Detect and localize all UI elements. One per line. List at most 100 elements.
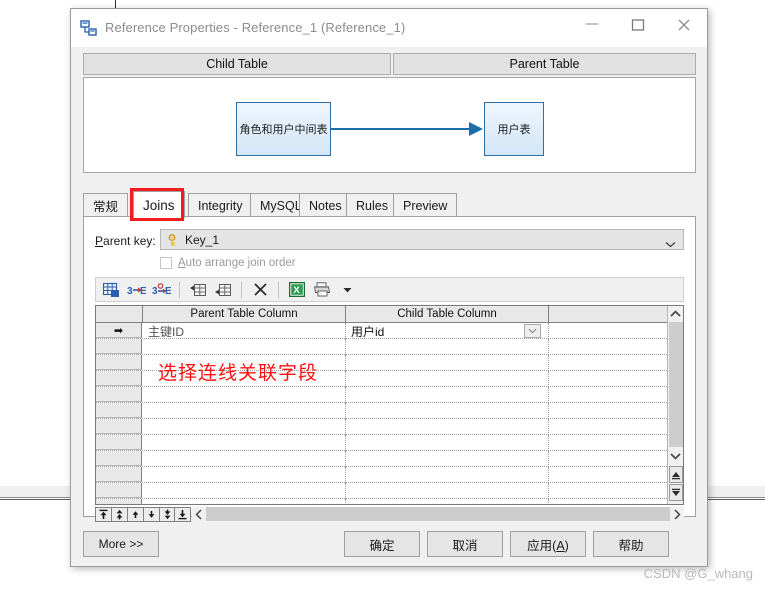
row-selector[interactable] — [96, 451, 142, 466]
grid-header-parent-table-column[interactable]: Parent Table Column — [143, 306, 346, 322]
toolbar-separator — [179, 281, 180, 298]
row-selector[interactable] — [96, 483, 142, 498]
grid-header-row: Parent Table Column Child Table Column — [96, 306, 683, 323]
property-tabs: 常规 Joins Integrity MySQL Notes Rules Pre… — [83, 188, 696, 221]
grid-header-child-table-column[interactable]: Child Table Column — [346, 306, 549, 322]
tab-rules[interactable]: Rules — [346, 193, 398, 217]
minimize-button[interactable] — [569, 9, 615, 39]
more-button[interactable]: More >> — [83, 531, 159, 557]
table-row[interactable] — [96, 499, 683, 504]
add-row-icon[interactable] — [212, 280, 234, 300]
delete-row-icon[interactable] — [249, 280, 271, 300]
table-row[interactable] — [96, 483, 683, 499]
grid-column-divider — [548, 323, 550, 339]
print-dropdown-icon[interactable] — [336, 280, 358, 300]
grid-column-divider — [345, 451, 347, 467]
reference-properties-dialog: Reference Properties - Reference_1 (Refe… — [70, 8, 708, 567]
close-button[interactable] — [661, 9, 707, 39]
row-selector[interactable] — [96, 403, 142, 418]
grid-column-divider — [548, 467, 550, 483]
scroll-right-icon[interactable] — [670, 507, 684, 522]
tab-preview[interactable]: Preview — [393, 193, 458, 217]
row-selector[interactable]: ➡ — [96, 323, 142, 338]
move-up-button[interactable] — [126, 506, 144, 522]
chevron-down-icon — [665, 237, 676, 251]
row-selector[interactable] — [96, 387, 142, 402]
row-selector[interactable] — [96, 499, 142, 504]
row-selector[interactable] — [96, 371, 142, 386]
table-row[interactable] — [96, 339, 683, 355]
row-selector[interactable] — [96, 339, 142, 354]
help-button[interactable]: 帮助 — [593, 531, 669, 557]
move-to-bottom-button[interactable] — [174, 506, 192, 522]
grid-horizontal-scrollbar[interactable] — [192, 506, 684, 522]
table-row[interactable] — [96, 467, 683, 483]
scrollbar-thumb[interactable] — [669, 322, 683, 447]
parent-key-select[interactable]: Key_1 — [160, 229, 684, 250]
select-columns-icon[interactable] — [100, 280, 122, 300]
scroll-left-icon[interactable] — [192, 507, 206, 522]
parent-entity-box[interactable]: 用户表 — [484, 102, 544, 156]
tab-general[interactable]: 常规 — [83, 193, 129, 217]
child-entity-box[interactable]: 角色和用户中间表 — [236, 102, 331, 156]
table-row[interactable] — [96, 371, 683, 387]
table-row[interactable]: ➡ 主键ID 用户id — [96, 323, 683, 340]
table-row[interactable] — [96, 435, 683, 451]
auto-join-icon[interactable]: 3 E — [125, 280, 147, 300]
grid-column-divider — [345, 499, 347, 504]
child-table-header[interactable]: Child Table — [83, 53, 391, 75]
auto-join-options-icon[interactable]: 3 E — [150, 280, 172, 300]
joins-grid[interactable]: Parent Table Column Child Table Column ➡… — [95, 305, 684, 505]
tab-notes[interactable]: Notes — [299, 193, 352, 217]
grid-column-divider — [548, 499, 550, 504]
dialog-titlebar[interactable]: Reference Properties - Reference_1 (Refe… — [71, 9, 707, 47]
cell-dropdown-icon[interactable] — [524, 324, 541, 338]
joins-grid-toolbar: 3 E 3 E X — [95, 277, 684, 302]
parent-table-header[interactable]: Parent Table — [393, 53, 696, 75]
print-icon[interactable] — [311, 280, 333, 300]
scroll-to-top-icon[interactable] — [669, 466, 683, 483]
row-selector[interactable] — [96, 355, 142, 370]
grid-column-divider — [345, 435, 347, 451]
move-up-fast-button[interactable] — [110, 506, 128, 522]
table-row[interactable] — [96, 387, 683, 403]
horizontal-scrollbar-thumb[interactable] — [206, 507, 670, 521]
svg-text:E: E — [165, 286, 171, 297]
scroll-to-bottom-icon[interactable] — [669, 484, 683, 501]
reference-properties-icon — [80, 20, 98, 36]
scroll-down-icon[interactable] — [668, 448, 683, 463]
tab-integrity[interactable]: Integrity — [188, 193, 253, 217]
scroll-up-icon[interactable] — [668, 306, 683, 321]
grid-vertical-scrollbar[interactable] — [667, 306, 683, 504]
row-selector[interactable] — [96, 467, 142, 482]
insert-row-icon[interactable] — [187, 280, 209, 300]
row-selector[interactable] — [96, 435, 142, 450]
row-selector[interactable] — [96, 419, 142, 434]
maximize-button[interactable] — [615, 9, 661, 39]
auto-arrange-label: Auto arrange join order — [178, 257, 296, 269]
svg-text:E: E — [140, 286, 146, 297]
table-row[interactable] — [96, 403, 683, 419]
move-to-top-button[interactable] — [95, 506, 112, 522]
parent-table-column-cell[interactable]: 主键ID — [148, 323, 184, 340]
ok-button[interactable]: 确定 — [344, 531, 420, 557]
key-icon — [167, 234, 179, 250]
table-row[interactable] — [96, 451, 683, 467]
move-down-button[interactable] — [142, 506, 160, 522]
child-table-column-cell[interactable]: 用户id — [351, 323, 384, 340]
grid-column-divider — [345, 403, 347, 419]
svg-text:3: 3 — [152, 286, 158, 297]
apply-button[interactable]: 应用(A) — [510, 531, 586, 557]
tab-joins[interactable]: Joins — [133, 191, 185, 218]
cancel-button[interactable]: 取消 — [427, 531, 503, 557]
auto-arrange-join-order-row[interactable]: Auto arrange join order — [160, 257, 296, 269]
grid-header-extra — [549, 306, 669, 322]
auto-arrange-checkbox[interactable] — [160, 257, 172, 269]
joins-tab-panel: Parent key: Key_1 Auto arrange join orde… — [83, 216, 696, 522]
table-row[interactable] — [96, 419, 683, 435]
svg-text:3: 3 — [127, 286, 133, 297]
move-down-fast-button[interactable] — [158, 506, 176, 522]
export-excel-icon[interactable]: X — [286, 280, 308, 300]
relationship-canvas[interactable]: 角色和用户中间表 用户表 — [83, 77, 696, 173]
table-row[interactable] — [96, 355, 683, 371]
